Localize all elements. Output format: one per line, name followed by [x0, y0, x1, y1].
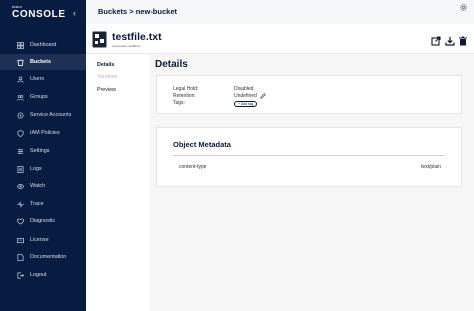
- collapse-sidebar-icon[interactable]: ‹: [73, 8, 76, 18]
- sidebar-item-label: Documentation: [30, 254, 67, 260]
- groups-icon: [17, 94, 24, 101]
- section-title: Details: [155, 59, 188, 70]
- sidebar-item-label: Dashboard: [30, 42, 57, 48]
- sidebar-item-label: Diagnostic: [30, 218, 56, 224]
- gear-icon[interactable]: [459, 3, 468, 12]
- sidebar-item-users[interactable]: Users: [0, 71, 86, 87]
- sidebar-item-label: Watch: [30, 183, 46, 189]
- settings-icon: [17, 148, 24, 155]
- sidebar-item-license[interactable]: License: [0, 232, 86, 248]
- sidebar-item-logout[interactable]: Logout: [0, 267, 86, 283]
- divider: [173, 155, 445, 156]
- sidebar-item-label: Service Accounts: [30, 112, 72, 118]
- sidebar-item-label: Logout: [30, 272, 47, 278]
- legal-hold-value: Disabled: [234, 86, 254, 92]
- sidebar-item-logs[interactable]: Logs: [0, 161, 86, 177]
- sidebar-item-dashboard[interactable]: Dashboard: [0, 37, 86, 53]
- sidebar-item-label: Trace: [30, 201, 44, 207]
- sidebar-item-trace[interactable]: Trace: [0, 196, 86, 212]
- sidebar-item-label: Groups: [30, 94, 48, 100]
- object-name: testfile.txt: [112, 31, 162, 43]
- dashboard-icon: [17, 41, 24, 49]
- add-tag-button[interactable]: + Add tag: [234, 100, 258, 107]
- sidebar-item-service-accounts[interactable]: Service Accounts: [0, 107, 86, 123]
- tab-versions[interactable]: Versions: [97, 74, 117, 80]
- metadata-value: text/plain: [420, 164, 441, 170]
- sidebar-item-label: IAM Policies: [30, 130, 60, 136]
- breadcrumb[interactable]: Buckets > new-bucket: [98, 7, 177, 16]
- sidebar-item-groups[interactable]: Groups: [0, 89, 86, 105]
- retention-label: Retention:: [173, 93, 196, 99]
- logs-icon: [17, 165, 24, 173]
- sidebar-item-documentation[interactable]: Documentation: [0, 249, 86, 265]
- details-card: Legal Hold: Disabled Retention: Undefine…: [156, 75, 462, 114]
- sidebar-item-label: Buckets: [30, 59, 51, 65]
- logout-icon: [17, 272, 24, 279]
- main-content: Details Legal Hold: Disabled Retention: …: [150, 54, 474, 311]
- tab-details[interactable]: Details: [97, 62, 114, 68]
- sidebar-item-buckets[interactable]: Buckets: [0, 54, 86, 70]
- edit-retention-icon[interactable]: [260, 93, 266, 99]
- logo-brand: CONSOLE: [12, 9, 66, 20]
- sidebar-item-label: License: [30, 237, 49, 243]
- policy-icon: [17, 129, 24, 137]
- diagnostic-icon: [17, 218, 24, 225]
- license-icon: [17, 237, 24, 244]
- sidebar-item-settings[interactable]: Settings: [0, 143, 86, 159]
- tags-label: Tags:: [173, 100, 185, 106]
- sidebar-item-iam-policies[interactable]: IAM Policies: [0, 125, 86, 141]
- trace-icon: [17, 200, 24, 208]
- header-bar: Buckets > new-bucket: [86, 0, 474, 24]
- logo: MINIO CONSOLE: [12, 6, 66, 21]
- retention-value: Undefined: [234, 93, 257, 99]
- legal-hold-label: Legal Hold:: [173, 86, 199, 92]
- object-tabs: Details Versions Preview: [86, 54, 150, 311]
- object-path: new-bucket / testfile.txt: [112, 44, 141, 48]
- sidebar-item-label: Settings: [30, 148, 50, 154]
- object-header: testfile.txt new-bucket / testfile.txt: [86, 24, 474, 54]
- metadata-title: Object Metadata: [173, 140, 231, 149]
- sidebar: MINIO CONSOLE ‹ Dashboard Buckets Users …: [0, 0, 86, 311]
- sidebar-item-label: Users: [30, 76, 45, 82]
- file-icon: [92, 31, 107, 48]
- download-icon[interactable]: [445, 36, 455, 46]
- sidebar-item-label: Logs: [30, 166, 42, 172]
- users-icon: [17, 75, 24, 83]
- service-accounts-icon: [17, 112, 24, 119]
- metadata-card: Object Metadata content-type text/plain: [156, 127, 462, 187]
- sidebar-item-diagnostic[interactable]: Diagnostic: [0, 213, 86, 229]
- bucket-icon: [17, 59, 24, 66]
- documentation-icon: [17, 253, 24, 261]
- share-icon[interactable]: [431, 36, 441, 46]
- metadata-key: content-type: [179, 164, 207, 170]
- watch-icon: [17, 183, 24, 190]
- delete-icon[interactable]: [458, 36, 468, 46]
- tab-preview[interactable]: Preview: [97, 87, 116, 93]
- sidebar-item-watch[interactable]: Watch: [0, 178, 86, 194]
